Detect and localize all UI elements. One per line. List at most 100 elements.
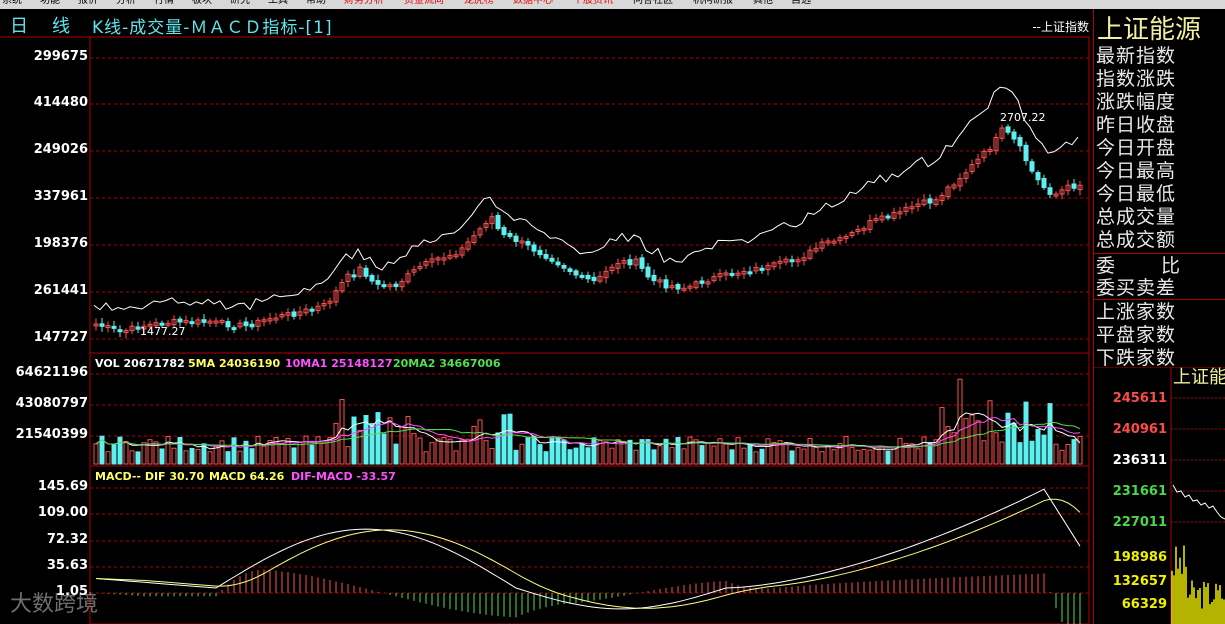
volume-bar (447, 438, 453, 465)
candle-body (759, 267, 765, 271)
volume-bar (873, 448, 879, 465)
candle-body (747, 271, 753, 275)
volume-bar (825, 446, 831, 465)
volume-bar (753, 451, 759, 465)
candle-body (573, 270, 579, 276)
volume-bar (249, 448, 255, 465)
volume-bar (651, 449, 657, 465)
mini-volume-label: 66329 (1122, 597, 1167, 612)
panel-field-label: 上涨家数 (1096, 301, 1177, 323)
volume-bar (537, 444, 543, 465)
y-axis-label: 64621196 (15, 365, 88, 380)
ma5-legend: 5MA 24036190 (188, 357, 281, 370)
candle-body (675, 284, 681, 290)
volume-bar (813, 447, 819, 465)
volume-bar (723, 443, 729, 465)
volume-bar (963, 418, 969, 465)
volume-bar (609, 447, 615, 465)
volume-bar (579, 443, 585, 465)
volume-bar (885, 450, 891, 465)
volume-bar (117, 436, 123, 465)
candle-body (177, 318, 183, 323)
candle-body (627, 259, 633, 266)
volume-bar (1005, 412, 1011, 465)
y-axis-label: 261441 (33, 283, 88, 298)
candle-body (501, 227, 507, 236)
y-axis-label: 21540399 (15, 427, 88, 442)
ma10-legend: 10MA1 25148127 (285, 357, 393, 370)
volume-bar (819, 451, 825, 465)
volume-bar (861, 448, 867, 465)
main-chart-area[interactable]: 2707.22 1477.27 (0, 0, 1093, 624)
volume-bar (381, 433, 387, 465)
volume-bar (465, 438, 471, 465)
panel-field-label: 总成交额 (1096, 229, 1177, 251)
panel-index-title: 上证能源 (1097, 15, 1202, 45)
panel-field-label: 今日开盘 (1096, 137, 1177, 159)
volume-bar (1047, 403, 1053, 465)
y-axis-label: 147727 (33, 330, 88, 345)
volume-bar (543, 451, 549, 465)
volume-bar (735, 437, 741, 465)
volume-bar (921, 436, 927, 465)
candle-body (645, 266, 651, 278)
volume-bar (159, 448, 165, 465)
min-price-mark: 1477.27 (140, 325, 186, 338)
volume-bar (93, 443, 99, 465)
volume-bar (561, 439, 567, 465)
volume-bar (627, 439, 633, 465)
candle-body (531, 244, 537, 252)
volume-bar (291, 447, 297, 465)
volume-bar (339, 398, 345, 465)
mini-intraday-chart[interactable]: 上证能 245611 240961 236311 231661 227011 198986 1… (1093, 367, 1225, 624)
volume-bar (525, 437, 531, 465)
volume-bar (411, 433, 417, 465)
volume-bar (213, 446, 219, 465)
candle-body (393, 283, 399, 288)
volume-bar (279, 442, 285, 465)
panel-field-label: 涨跌幅度 (1096, 91, 1177, 113)
volume-bar (531, 435, 537, 465)
volume-bar (915, 448, 921, 465)
volume-bar (357, 429, 363, 465)
volume-bar (297, 442, 303, 465)
volume-bar (369, 423, 375, 465)
y-axis-label: 337961 (33, 189, 88, 204)
volume-bar (729, 449, 735, 465)
y-axis-label: 198376 (33, 236, 88, 251)
panel-field-label: 昨日收盘 (1096, 114, 1177, 136)
candle-body (729, 272, 735, 276)
volume-bar (1023, 401, 1029, 465)
volume-bar (801, 448, 807, 465)
volume-bar (969, 414, 975, 465)
candle-body (651, 274, 657, 282)
mini-price-label: 236311 (1113, 453, 1167, 468)
volume-bar (1077, 436, 1083, 465)
volume-bar (789, 450, 795, 465)
volume-bar (765, 438, 771, 465)
candle-body (789, 259, 795, 263)
volume-bar (1071, 439, 1077, 465)
volume-bar (165, 436, 171, 465)
volume-bar (435, 438, 441, 465)
candle-body (189, 321, 195, 325)
volume-bar (741, 447, 747, 465)
candle-body (525, 241, 531, 246)
candle-body (1029, 161, 1035, 172)
volume-bar (219, 440, 225, 465)
candle-body (225, 321, 231, 328)
candle-body (231, 327, 237, 331)
mini-price-label: 231661 (1113, 484, 1167, 499)
volume-bar (1065, 444, 1071, 465)
volume-bar (759, 448, 765, 465)
y-axis-label: 72.32 (46, 532, 88, 547)
volume-bar (333, 422, 339, 465)
y-axis-label: 145.69 (37, 479, 88, 494)
candle-body (513, 235, 519, 242)
volume-bar (705, 442, 711, 465)
panel-field-label: 比 (1161, 255, 1182, 277)
panel-field-label: 委买卖差 (1096, 277, 1177, 299)
mini-price-label: 245611 (1113, 391, 1167, 406)
volume-bar (231, 437, 237, 465)
volume-bar (171, 447, 177, 465)
